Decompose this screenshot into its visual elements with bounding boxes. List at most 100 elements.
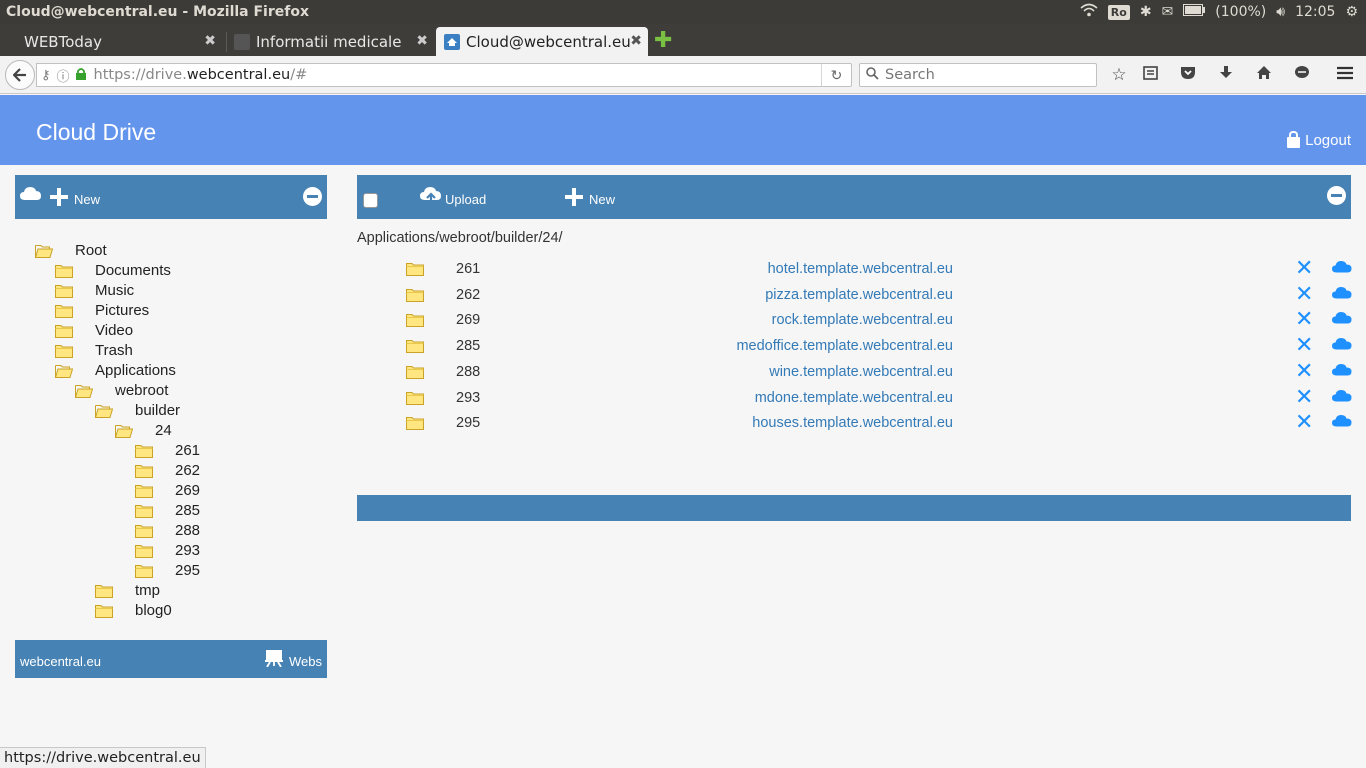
tree-folder-label[interactable]: tmp — [135, 582, 160, 599]
tree-folder-label[interactable]: Trash — [95, 342, 133, 359]
folder-open-icon[interactable] — [75, 384, 93, 398]
tree-folder-label[interactable]: Root — [75, 242, 107, 259]
url-bar[interactable]: ⚷ ⓘ https://drive.webcentral.eu/# ↻ — [36, 63, 852, 87]
folder-icon[interactable] — [55, 344, 73, 358]
logout-button[interactable]: Logout — [1287, 130, 1351, 149]
tree-folder-item[interactable]: 285 — [135, 500, 200, 520]
bluetooth-icon[interactable]: ✱ — [1140, 4, 1152, 20]
wifi-icon[interactable] — [1080, 3, 1098, 21]
upload-button[interactable]: Upload — [445, 192, 486, 207]
folder-icon[interactable] — [406, 365, 424, 384]
file-name[interactable]: 288 — [456, 364, 480, 380]
tree-folder-label[interactable]: 261 — [175, 442, 200, 459]
new-plus-icon[interactable] — [565, 188, 583, 206]
folder-icon[interactable] — [55, 284, 73, 298]
cloud-share-icon[interactable] — [1332, 311, 1352, 329]
tree-folder-label[interactable]: blog0 — [135, 602, 172, 619]
tree-folder-item[interactable]: tmp — [95, 580, 160, 600]
upload-cloud-icon[interactable] — [420, 186, 442, 211]
folder-icon[interactable] — [406, 288, 424, 307]
sidebar-new-button[interactable]: New — [74, 192, 100, 207]
tree-folder-label[interactable]: 288 — [175, 522, 200, 539]
cloud-share-icon[interactable] — [1332, 260, 1352, 278]
back-button[interactable] — [5, 60, 35, 90]
tree-folder-item[interactable]: Trash — [55, 340, 133, 360]
folder-icon[interactable] — [55, 324, 73, 338]
reload-icon[interactable]: ↻ — [821, 64, 851, 86]
cloud-share-icon[interactable] — [1332, 337, 1352, 355]
folder-icon[interactable] — [55, 264, 73, 278]
file-name[interactable]: 262 — [456, 287, 480, 303]
file-link[interactable]: wine.template.webcentral.eu — [769, 364, 953, 380]
delete-x-icon[interactable]: ✕ — [1295, 411, 1313, 433]
delete-x-icon[interactable]: ✕ — [1295, 334, 1313, 356]
select-all-checkbox[interactable] — [363, 193, 378, 208]
file-row[interactable]: 262 pizza.template.webcentral.eu ✕ — [357, 282, 1353, 308]
tree-folder-item[interactable]: 288 — [135, 520, 200, 540]
pocket-icon[interactable] — [1177, 65, 1199, 85]
mail-icon[interactable]: ✉ — [1162, 4, 1174, 20]
tree-folder-label[interactable]: Music — [95, 282, 134, 299]
tree-folder-item[interactable]: 24 — [115, 420, 172, 440]
chat-icon[interactable] — [1291, 65, 1313, 85]
file-row[interactable]: 293 mdone.template.webcentral.eu ✕ — [357, 385, 1353, 411]
file-link[interactable]: hotel.template.webcentral.eu — [768, 261, 953, 277]
delete-x-icon[interactable]: ✕ — [1295, 257, 1313, 279]
tree-folder-item[interactable]: 261 — [135, 440, 200, 460]
tree-folder-item[interactable]: 293 — [135, 540, 200, 560]
file-name[interactable]: 293 — [456, 390, 480, 406]
lock-icon[interactable] — [75, 67, 86, 83]
cloud-share-icon[interactable] — [1332, 389, 1352, 407]
volume-icon[interactable]: 🔊︎ — [1276, 4, 1285, 20]
tree-folder-item[interactable]: Applications — [55, 360, 176, 380]
tree-folder-label[interactable]: Pictures — [95, 302, 149, 319]
main-new-button[interactable]: New — [589, 192, 615, 207]
delete-x-icon[interactable]: ✕ — [1295, 385, 1313, 407]
file-row[interactable]: 269 rock.template.webcentral.eu ✕ — [357, 308, 1353, 333]
cloud-share-icon[interactable] — [1332, 286, 1352, 304]
collapse-minus-icon[interactable] — [1327, 186, 1346, 205]
footer-domain-label[interactable]: webcentral.eu — [20, 654, 101, 669]
tree-folder-item[interactable]: blog0 — [95, 600, 172, 620]
tree-folder-label[interactable]: 293 — [175, 542, 200, 559]
new-tab-plus-icon[interactable]: ✚ — [654, 29, 672, 51]
folder-icon[interactable] — [135, 524, 153, 538]
folder-open-icon[interactable] — [35, 244, 53, 258]
battery-icon[interactable] — [1183, 4, 1206, 20]
file-name[interactable]: 295 — [456, 415, 480, 431]
url-text[interactable]: https://drive.webcentral.eu/# — [94, 67, 308, 83]
tree-folder-item[interactable]: builder — [95, 400, 180, 420]
new-plus-icon[interactable] — [50, 188, 68, 206]
collapse-minus-icon[interactable] — [303, 187, 322, 206]
tree-folder-item[interactable]: 262 — [135, 460, 200, 480]
tree-folder-label[interactable]: 262 — [175, 462, 200, 479]
bookmark-star-icon[interactable]: ☆ — [1108, 65, 1130, 85]
folder-open-icon[interactable] — [95, 404, 113, 418]
tree-folder-item[interactable]: Root — [35, 240, 107, 260]
file-name[interactable]: 269 — [456, 312, 480, 328]
tab-webtoday[interactable]: WEBToday ✖ — [0, 27, 222, 56]
delete-x-icon[interactable]: ✕ — [1295, 282, 1313, 304]
delete-x-icon[interactable]: ✕ — [1295, 359, 1313, 381]
home-icon[interactable] — [1253, 65, 1275, 85]
delete-x-icon[interactable]: ✕ — [1295, 308, 1313, 330]
folder-icon[interactable] — [135, 504, 153, 518]
tree-folder-item[interactable]: 269 — [135, 480, 200, 500]
keyboard-layout-indicator[interactable]: Ro — [1107, 4, 1130, 20]
tree-folder-label[interactable]: Applications — [95, 362, 176, 379]
tree-folder-item[interactable]: Music — [55, 280, 134, 300]
tree-folder-label[interactable]: Video — [95, 322, 133, 339]
tree-folder-label[interactable]: 285 — [175, 502, 200, 519]
webs-button[interactable]: Webs — [289, 654, 322, 669]
close-tab-icon[interactable]: ✖ — [630, 33, 642, 49]
tree-folder-label[interactable]: 295 — [175, 562, 200, 579]
folder-icon[interactable] — [95, 584, 113, 598]
folder-icon[interactable] — [406, 313, 424, 332]
tab-informatii-medicale[interactable]: Informatii medicale ✖ — [228, 27, 434, 56]
file-row[interactable]: 261 hotel.template.webcentral.eu ✕ — [357, 257, 1353, 282]
cloud-icon[interactable] — [20, 186, 42, 206]
file-link[interactable]: mdone.template.webcentral.eu — [755, 390, 953, 406]
folder-open-icon[interactable] — [55, 364, 73, 378]
key-icon[interactable]: ⚷ — [41, 67, 51, 83]
settings-gear-icon[interactable]: ⚙ — [1345, 4, 1358, 20]
